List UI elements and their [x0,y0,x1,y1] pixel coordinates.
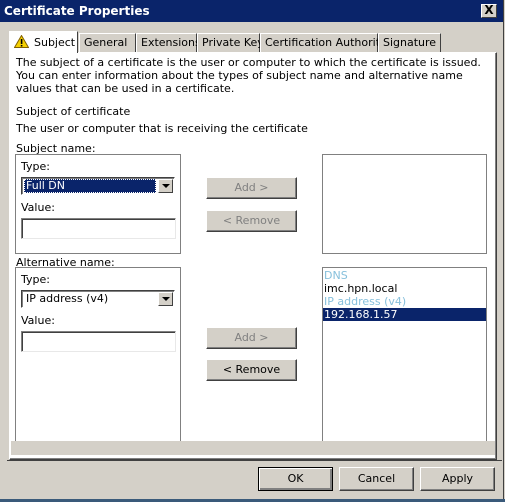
chevron-down-icon[interactable] [158,179,173,193]
alt-type-value: IP address (v4) [26,292,109,305]
alternative-name-group: Type: IP address (v4) Value: [15,267,181,442]
alt-value-label: Value: [21,314,55,327]
window-title: Certificate Properties [4,4,150,18]
close-button[interactable]: X [481,4,497,18]
tab-signature[interactable]: Signature [378,33,441,52]
subject-name-group: Type: Full DN Value: [15,154,181,254]
subject-description: The subject of a certificate is the user… [16,56,481,95]
divider [7,460,502,461]
subject-value-input[interactable] [21,218,176,239]
tab-subject[interactable]: Subject [9,31,78,53]
subject-type-value: Full DN [24,179,156,193]
subject-name-list[interactable] [322,154,487,254]
list-group-header: DNS [324,269,348,282]
list-group-header: IP address (v4) [324,295,407,308]
subject-tab-panel: The subject of a certificate is the user… [9,52,497,460]
list-item[interactable]: imc.hpn.local [323,282,486,295]
section-title: Subject of certificate [16,105,131,118]
list-item[interactable]: 192.168.1.57 [323,308,486,321]
subject-add-button[interactable]: Add > [206,177,297,199]
tab-general[interactable]: General [79,33,136,52]
panel-bottom-strip [11,441,495,455]
apply-button[interactable]: Apply [420,467,495,491]
tab-certification-authority[interactable]: Certification Authority [260,33,387,52]
title-bar: Certificate Properties X [0,0,503,22]
cancel-button[interactable]: Cancel [339,467,414,491]
ok-button[interactable]: OK [258,467,333,491]
alt-add-button[interactable]: Add > [206,327,297,349]
subject-remove-button[interactable]: < Remove [206,210,297,232]
section-description: The user or computer that is receiving t… [16,122,308,135]
subject-type-label: Type: [21,160,50,173]
alt-remove-button[interactable]: < Remove [206,359,297,381]
subject-type-dropdown[interactable]: Full DN [21,177,175,195]
alternative-name-list[interactable]: DNS imc.hpn.local IP address (v4) 192.168.1… [322,267,487,442]
chevron-down-icon[interactable] [158,292,173,306]
alt-type-label: Type: [21,273,50,286]
certificate-properties-dialog: Certificate Properties X Subject General… [0,0,505,502]
subject-value-label: Value: [21,201,55,214]
warning-icon [14,35,29,48]
alt-value-input[interactable] [21,331,176,352]
tab-label: Subject [34,36,76,49]
alt-type-dropdown[interactable]: IP address (v4) [21,290,175,308]
tab-extensions[interactable]: Extensions [136,33,201,52]
tab-private-key[interactable]: Private Key [197,33,264,52]
